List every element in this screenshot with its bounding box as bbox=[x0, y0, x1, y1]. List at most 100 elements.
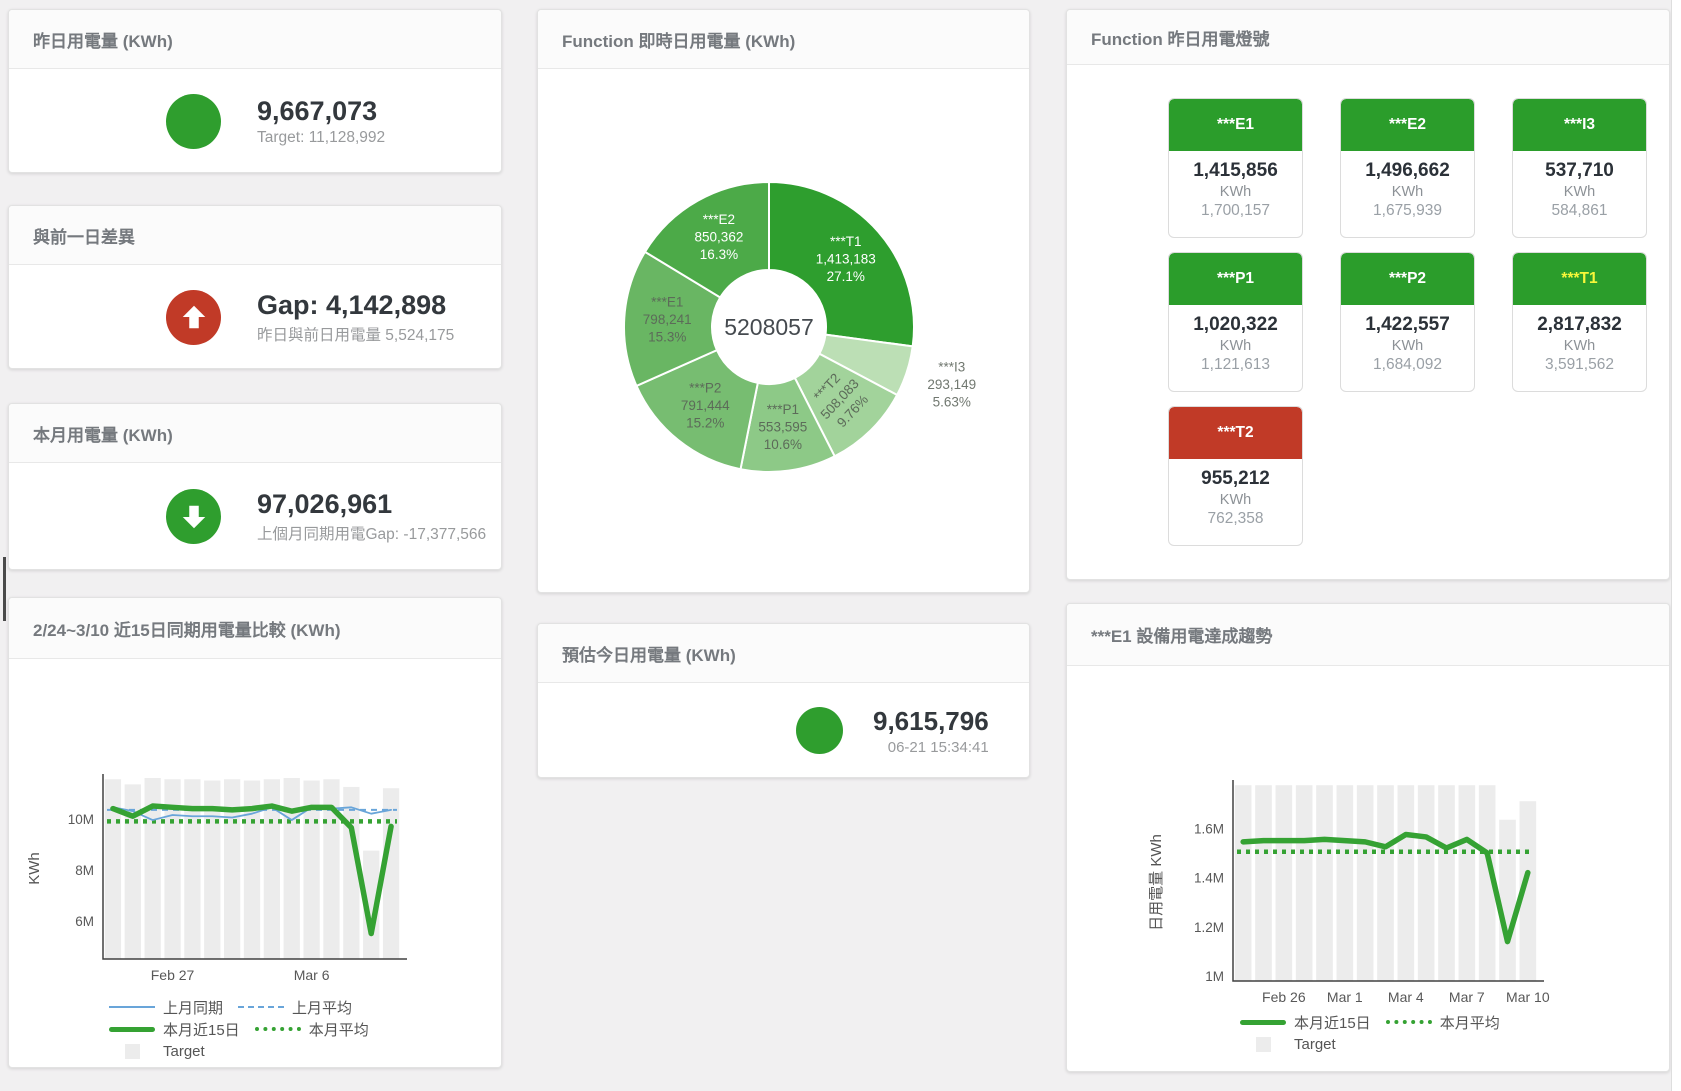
light-tile-I3[interactable]: ***I3537,710KWh584,861 bbox=[1512, 98, 1647, 238]
target-bar bbox=[1458, 785, 1475, 981]
x-tick-label: Mar 1 bbox=[1327, 989, 1363, 1005]
month-usage-value: 97,026,961 bbox=[257, 489, 486, 519]
panel-header: 預估今日用電量 (KWh) bbox=[538, 624, 1029, 683]
target-bar bbox=[1438, 785, 1455, 981]
tile-value: 955,212 bbox=[1169, 468, 1302, 490]
y-tick-label: 1.2M bbox=[1194, 920, 1224, 935]
tile-value: 1,020,322 bbox=[1169, 314, 1302, 336]
panel-title: 與前一日差異 bbox=[33, 223, 135, 248]
target-bar bbox=[224, 779, 240, 959]
panel-title: 2/24~3/10 近15日同期用電量比較 (KWh) bbox=[33, 616, 341, 641]
yesterday-usage-value: 9,667,073 bbox=[257, 96, 385, 126]
light-tile-E2[interactable]: ***E21,496,662KWh1,675,939 bbox=[1340, 98, 1475, 238]
tile-target-value: 1,684,092 bbox=[1341, 356, 1474, 374]
light-tile-T1[interactable]: ***T12,817,832KWh3,591,562 bbox=[1512, 252, 1647, 392]
legend-row: Target bbox=[108, 1040, 501, 1062]
panel-yesterday-lights: Function 昨日用電燈號 ***E11,415,856KWh1,700,1… bbox=[1066, 9, 1670, 580]
x-tick-label: Mar 10 bbox=[1506, 989, 1550, 1005]
light-tile-T2[interactable]: ***T2955,212KWh762,358 bbox=[1168, 406, 1303, 546]
legend-item[interactable]: 上月平均 bbox=[237, 997, 352, 1018]
tile-unit: KWh bbox=[1513, 338, 1646, 354]
legend-label: Target bbox=[163, 1043, 205, 1060]
legend-label: 本月近15日 bbox=[1294, 1012, 1371, 1033]
panel-title: ***E1 設備用電達成趨勢 bbox=[1091, 622, 1272, 647]
y-tick-label: 10M bbox=[68, 812, 94, 827]
x-tick-label: Mar 4 bbox=[1388, 989, 1424, 1005]
status-circle-icon bbox=[796, 707, 843, 754]
legend-swatch-dotted-icon bbox=[254, 1027, 302, 1031]
left-edge-mark bbox=[3, 557, 6, 621]
panel-header: 2/24~3/10 近15日同期用電量比較 (KWh) bbox=[9, 598, 501, 659]
tile-target-value: 3,591,562 bbox=[1513, 356, 1646, 374]
panel-header: Function 即時日用電量 (KWh) bbox=[538, 10, 1029, 69]
legend-swatch-thick-icon bbox=[1239, 1020, 1287, 1025]
day-gap-value: Gap: 4,142,898 bbox=[257, 290, 454, 320]
legend-item[interactable]: 本月近15日 bbox=[1239, 1012, 1371, 1033]
target-bar bbox=[1377, 785, 1394, 981]
legend-swatch-dotted-icon bbox=[1385, 1020, 1433, 1024]
tile-unit: KWh bbox=[1169, 492, 1302, 508]
scrollbar-track[interactable] bbox=[1671, 0, 1681, 1091]
light-tile-P1[interactable]: ***P1 1,020,322 KWh 1,121,613 bbox=[1168, 252, 1303, 392]
legend-label: 本月平均 bbox=[1440, 1012, 1500, 1033]
target-bar bbox=[1235, 785, 1252, 981]
light-tile-P2[interactable]: ***P21,422,557KWh1,684,092 bbox=[1340, 252, 1475, 392]
legend-row: 上月同期 上月平均 bbox=[108, 996, 501, 1018]
legend-row: 本月近15日 本月平均 bbox=[1239, 1011, 1669, 1033]
x-tick-label: Feb 26 bbox=[1262, 989, 1306, 1005]
y-tick-label: 8M bbox=[75, 863, 94, 878]
panel-day-gap: 與前一日差異 Gap: 4,142,898 昨日與前日用電量 5,524,175 bbox=[8, 205, 502, 369]
compare-chart-legend: 上月同期 上月平均本月近15日本月平均 Target bbox=[9, 996, 501, 1062]
legend-swatch-box-icon bbox=[1239, 1037, 1287, 1052]
y-tick-label: 6M bbox=[75, 914, 94, 929]
target-bar bbox=[1255, 785, 1272, 981]
light-tile-E1[interactable]: ***E11,415,856KWh1,700,157 bbox=[1168, 98, 1303, 238]
y-tick-label: 1.6M bbox=[1194, 821, 1224, 836]
legend-item[interactable]: 本月平均 bbox=[1385, 1012, 1500, 1033]
tile-header: ***I3 bbox=[1513, 99, 1646, 151]
e1-trend-chart-legend: 本月近15日 本月平均 Target bbox=[1067, 1011, 1669, 1055]
legend-swatch-box-icon bbox=[108, 1044, 156, 1059]
y-tick-label: 1M bbox=[1205, 969, 1224, 984]
tile-value: 1,415,856 bbox=[1169, 160, 1302, 182]
panel-today-estimate: 預估今日用電量 (KWh) 9,615,796 06-21 15:34:41 bbox=[537, 623, 1030, 778]
panel-yesterday-usage: 昨日用電量 (KWh) 9,667,073 Target: 11,128,992 bbox=[8, 9, 502, 173]
legend-item[interactable]: Target bbox=[108, 1043, 205, 1060]
legend-swatch-line-icon bbox=[108, 1006, 156, 1008]
panel-title: 預估今日用電量 (KWh) bbox=[562, 641, 736, 666]
tile-header: ***P1 bbox=[1169, 253, 1302, 305]
legend-label: 本月近15日 bbox=[163, 1019, 240, 1040]
light-tile-grid: ***E11,415,856KWh1,700,157***E21,496,662… bbox=[1067, 65, 1669, 546]
x-tick-label: Mar 7 bbox=[1449, 989, 1485, 1005]
legend-swatch-dashed-icon bbox=[237, 1006, 285, 1008]
y-axis-label: 日用電量 KWh bbox=[1148, 834, 1165, 931]
y-tick-label: 1.4M bbox=[1194, 871, 1224, 886]
legend-label: Target bbox=[1294, 1036, 1336, 1053]
legend-item[interactable]: 上月同期 bbox=[108, 997, 223, 1018]
e1-trend-line-chart: 1M 1.2M 1.4M 1.6M Feb 26 Mar 1 Mar 4 Mar 7 Mar 1… bbox=[1067, 666, 1669, 1006]
tile-header: ***P2 bbox=[1341, 253, 1474, 305]
legend-label: 上月平均 bbox=[292, 997, 352, 1018]
tile-target-value: 1,700,157 bbox=[1169, 202, 1302, 220]
legend-item[interactable]: 本月近15日 bbox=[108, 1019, 240, 1040]
panel-header: Function 昨日用電燈號 bbox=[1067, 10, 1669, 65]
arrow-down-circle-icon bbox=[166, 489, 221, 544]
tile-header: ***E2 bbox=[1341, 99, 1474, 151]
legend-item[interactable]: Target bbox=[1239, 1036, 1336, 1053]
tile-unit: KWh bbox=[1169, 338, 1302, 354]
tile-value: 1,422,557 bbox=[1341, 314, 1474, 336]
tile-target-value: 762,358 bbox=[1169, 510, 1302, 528]
dashboard-page: 昨日用電量 (KWh) 9,667,073 Target: 11,128,992… bbox=[0, 0, 1681, 1091]
target-bar bbox=[1275, 785, 1292, 981]
compare-line-chart: 6M8M10MFeb 27Mar 6KWh bbox=[9, 659, 503, 991]
target-bar bbox=[1499, 820, 1516, 981]
target-bar bbox=[1397, 785, 1414, 981]
panel-e1-trend: ***E1 設備用電達成趨勢 1M 1.2M 1.4M 1.6M Feb 26 Mar 1… bbox=[1066, 603, 1670, 1072]
tile-header: ***T1 bbox=[1513, 253, 1646, 305]
panel-realtime-donut: Function 即時日用電量 (KWh) ***T11,413,18327.1… bbox=[537, 9, 1030, 593]
legend-item[interactable]: 本月平均 bbox=[254, 1019, 369, 1040]
tile-unit: KWh bbox=[1169, 184, 1302, 200]
panel-month-usage: 本月用電量 (KWh) 97,026,961 上個月同期用電Gap: -17,3… bbox=[8, 403, 502, 570]
today-estimate-value: 9,615,796 bbox=[873, 706, 989, 736]
tile-target-value: 1,121,613 bbox=[1169, 356, 1302, 374]
